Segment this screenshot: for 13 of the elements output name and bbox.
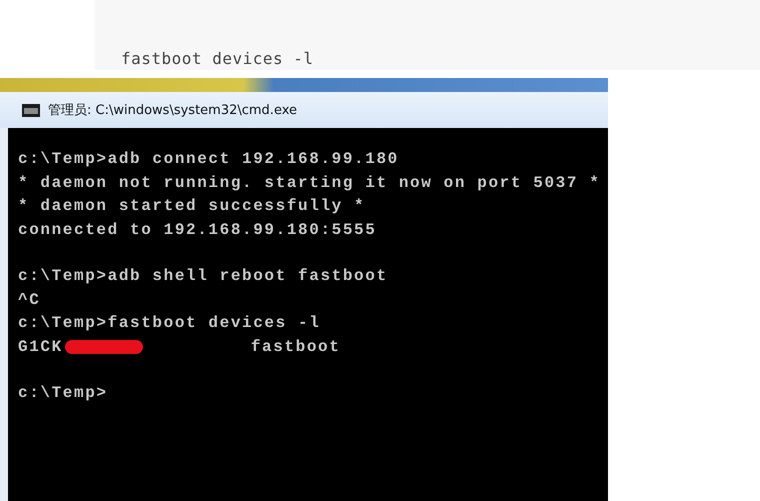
console-line: c:\Temp>fastboot devices -l: [18, 313, 322, 334]
console-line: * daemon started successfully *: [18, 196, 366, 217]
console-line: ^C: [18, 290, 42, 310]
console-line: c:\Temp>adb connect 192.168.99.180: [18, 149, 400, 170]
console-line: c:\Temp>: [18, 383, 109, 404]
console-line: * daemon not running. starting it now on port 5037 *: [18, 172, 602, 194]
device-serial: G1CK: [18, 336, 63, 358]
console-line: c:\Temp>adb shell reboot fastboot: [18, 266, 389, 287]
console-line: connected to 192.168.99.180:5555: [18, 220, 378, 240]
window-title: 管理员: C:\windows\system32\cmd.exe: [48, 102, 297, 119]
code-text: fastboot devices -l: [121, 49, 314, 68]
device-status: fastboot: [250, 336, 340, 358]
console-icon: [22, 104, 40, 116]
